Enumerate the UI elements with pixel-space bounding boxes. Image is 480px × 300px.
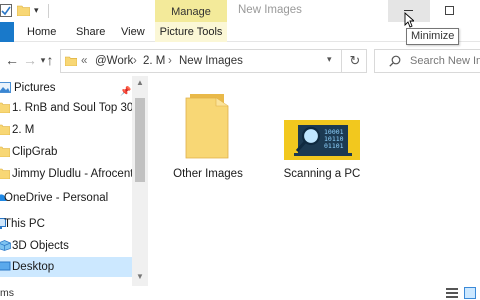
sidebar-item-2m[interactable]: 2. M bbox=[0, 120, 132, 140]
sidebar-item-label: ClipGrab bbox=[12, 146, 58, 158]
item-count: ms bbox=[0, 287, 14, 299]
tab-share[interactable]: Share bbox=[76, 22, 105, 42]
tab-manage[interactable]: Manage bbox=[155, 0, 227, 22]
sidebar-item-pictures[interactable]: Pictures 📌 bbox=[0, 78, 132, 98]
file-item-other-images[interactable]: Other Images bbox=[158, 88, 258, 198]
sidebar-item-label: 3D Objects bbox=[12, 240, 69, 252]
binary-line: 01101 bbox=[324, 142, 344, 150]
desktop-icon bbox=[0, 261, 11, 271]
sidebar-item-label: OneDrive - Personal bbox=[4, 192, 109, 204]
sidebar-item-label: This PC bbox=[4, 218, 45, 230]
scroll-up-icon[interactable]: ▲ bbox=[136, 78, 144, 87]
address-bar[interactable]: « @Work › 2. M › New Images ▾ ↻ bbox=[60, 49, 367, 73]
sidebar-item-label: 2. M bbox=[12, 124, 35, 136]
quick-access-dropdown-icon[interactable]: ▾ bbox=[34, 5, 42, 15]
maximize-button[interactable] bbox=[430, 0, 472, 22]
forward-button[interactable]: → bbox=[22, 51, 38, 69]
folder-icon bbox=[0, 102, 10, 113]
pictures-icon bbox=[0, 82, 11, 93]
sidebar-item-label: Desktop bbox=[12, 261, 55, 273]
search-placeholder: Search New Images bbox=[410, 55, 480, 67]
navigation-scrollbar[interactable]: ▲ ▼ bbox=[132, 76, 148, 286]
3d-objects-icon bbox=[0, 240, 11, 251]
folder-icon bbox=[65, 56, 77, 66]
file-list: Other Images 10001 10110 01101 Scanning … bbox=[148, 76, 480, 286]
sidebar-item-desktop[interactable]: Desktop bbox=[0, 257, 132, 277]
sidebar-item-onedrive[interactable]: OneDrive - Personal bbox=[0, 188, 132, 208]
window-title: New Images bbox=[238, 4, 302, 16]
breadcrumb-overflow[interactable]: « bbox=[81, 54, 87, 68]
sidebar-item-3d-objects[interactable]: 3D Objects bbox=[0, 236, 132, 256]
breadcrumb-work[interactable]: @Work bbox=[95, 54, 133, 68]
scroll-down-icon[interactable]: ▼ bbox=[136, 272, 144, 281]
tab-picture-tools[interactable]: Picture Tools bbox=[155, 22, 227, 42]
sidebar-item-clipgrab[interactable]: ClipGrab bbox=[0, 142, 132, 162]
sidebar-item-label: Jimmy Dludlu - Afrocentric bbox=[12, 168, 132, 180]
folder-icon bbox=[0, 146, 10, 157]
up-button[interactable]: ↑ bbox=[42, 51, 58, 69]
sidebar-item-this-pc[interactable]: This PC bbox=[0, 214, 132, 234]
status-bar: ms bbox=[0, 286, 480, 300]
tab-view[interactable]: View bbox=[121, 22, 145, 42]
sidebar-item-jimmy-dludlu[interactable]: Jimmy Dludlu - Afrocentric bbox=[0, 164, 132, 184]
image-thumbnail: 10001 10110 01101 bbox=[284, 120, 360, 160]
properties-icon[interactable] bbox=[0, 4, 12, 17]
scrollbar-thumb[interactable] bbox=[135, 98, 145, 182]
sidebar-item-label: 1. RnB and Soul Top 300 bbox=[12, 102, 132, 114]
maximize-icon bbox=[445, 6, 454, 15]
search-icon bbox=[389, 55, 401, 67]
back-button[interactable]: ← bbox=[4, 51, 20, 69]
file-name: Scanning a PC bbox=[283, 168, 361, 180]
mouse-cursor-icon bbox=[404, 12, 414, 28]
breadcrumb-separator[interactable]: › bbox=[133, 54, 137, 68]
search-input[interactable]: Search New Images bbox=[374, 49, 480, 73]
navigation-row: ← → ▾ ↑ « @Work › 2. M › New Images ▾ ↻ … bbox=[0, 44, 480, 76]
new-folder-icon[interactable] bbox=[17, 5, 30, 16]
navigation-pane: Pictures 📌 1. RnB and Soul Top 300 2. M … bbox=[0, 76, 148, 286]
folder-icon bbox=[0, 124, 10, 135]
folder-icon bbox=[0, 168, 10, 179]
breadcrumb-separator[interactable]: › bbox=[168, 54, 172, 68]
sidebar-item-rnb-and-soul[interactable]: 1. RnB and Soul Top 300 bbox=[0, 98, 132, 118]
address-divider bbox=[341, 50, 342, 72]
minimize-tooltip: Minimize bbox=[406, 28, 460, 45]
address-dropdown-icon[interactable]: ▾ bbox=[327, 54, 332, 65]
details-view-icon[interactable] bbox=[446, 288, 458, 298]
title-divider bbox=[48, 4, 49, 18]
folder-icon bbox=[185, 94, 229, 159]
pin-icon[interactable]: 📌 bbox=[120, 81, 131, 98]
file-item-scanning-a-pc[interactable]: 10001 10110 01101 Scanning a PC bbox=[272, 88, 372, 198]
breadcrumb-new-images[interactable]: New Images bbox=[179, 54, 243, 68]
minimize-icon bbox=[404, 10, 413, 11]
large-icons-view-icon[interactable] bbox=[464, 287, 476, 299]
tab-home[interactable]: Home bbox=[27, 22, 56, 42]
file-name: Other Images bbox=[173, 168, 243, 180]
refresh-button[interactable]: ↻ bbox=[346, 52, 364, 70]
tab-file[interactable] bbox=[0, 22, 14, 42]
breadcrumb-2m[interactable]: 2. M bbox=[143, 54, 165, 68]
sidebar-item-label: Pictures bbox=[14, 82, 56, 94]
